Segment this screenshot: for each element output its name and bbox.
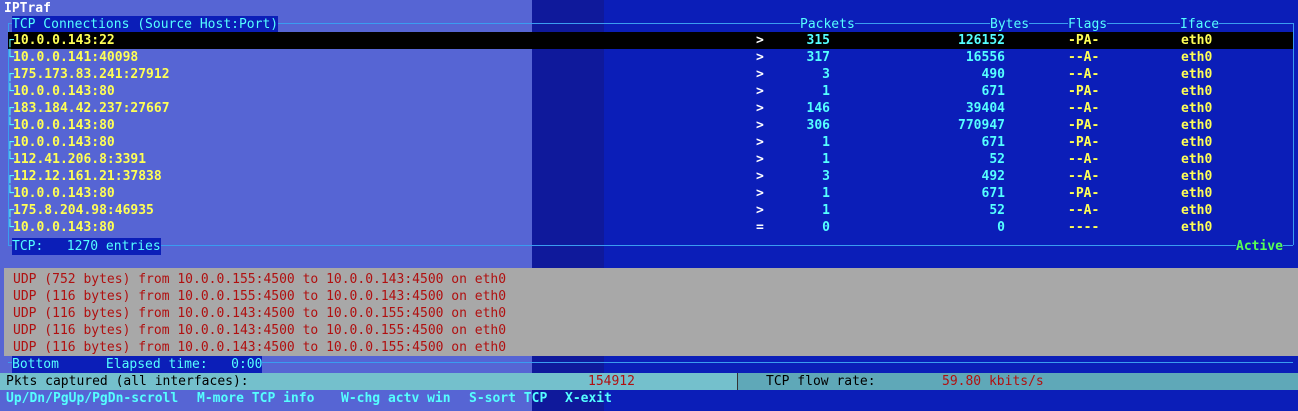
byte-count: 671: [981, 135, 1005, 150]
byte-count: 671: [981, 186, 1005, 201]
header-bytes: Bytes: [990, 16, 1030, 33]
packet-count: 1: [822, 135, 830, 150]
byte-count: 0: [997, 220, 1005, 235]
key-hint: M-more TCP info: [197, 390, 314, 407]
header-packets: Packets: [800, 16, 855, 33]
key-hint-description: -exit: [572, 391, 612, 406]
key-hint-description: -chg actv win: [348, 391, 451, 406]
tcp-flags: --A-: [1068, 203, 1100, 218]
header-connections: TCP Connections (Source Host:Port): [12, 16, 279, 33]
panel-right-border: [1293, 23, 1294, 245]
connection-host-port: 10.0.0.141:40098: [13, 50, 139, 65]
status-divider: [737, 373, 738, 390]
tcp-flags: -PA-: [1068, 84, 1100, 99]
byte-count: 39404: [965, 101, 1005, 116]
iptraf-window: IPTraf TCP Connections (Source Host:Port…: [0, 0, 1298, 411]
byte-count: 490: [981, 67, 1005, 82]
packet-count: 1: [822, 186, 830, 201]
byte-count: 671: [981, 84, 1005, 99]
key-hint-description: -more TCP info: [204, 391, 315, 406]
packet-count: 1: [822, 203, 830, 218]
key-hint: W-chg actv win: [341, 390, 451, 407]
lower-panel-footer: Bottom Elapsed time: 0:00: [12, 356, 263, 373]
udp-message-line: UDP (116 bytes) from 10.0.0.143:4500 to …: [13, 323, 507, 338]
udp-message-line: UDP (752 bytes) from 10.0.0.155:4500 to …: [13, 272, 507, 287]
tcp-flags: -PA-: [1068, 135, 1100, 150]
packet-count: 146: [806, 101, 830, 116]
key-hint-key: X: [565, 391, 573, 406]
header-flags: Flags: [1068, 16, 1108, 33]
packet-count: 317: [806, 50, 830, 65]
interface-name: eth0: [1181, 152, 1213, 167]
connection-host-port: 112.41.206.8:3391: [13, 152, 147, 167]
interface-name: eth0: [1181, 186, 1213, 201]
tcp-flow-rate-value: 59.80 kbits/s: [942, 374, 1044, 389]
packet-count: 315: [806, 33, 830, 48]
connection-host-port: 112.12.161.21:37838: [13, 169, 162, 184]
panel-bottom-border: [8, 245, 1293, 246]
connection-host-port: 10.0.0.143:80: [13, 135, 115, 150]
packet-count: 1: [822, 152, 830, 167]
interface-name: eth0: [1181, 101, 1213, 116]
key-hint: S-sort TCP: [469, 390, 547, 407]
tcp-flags: --A-: [1068, 50, 1100, 65]
connection-host-port: 10.0.0.143:80: [13, 84, 115, 99]
tcp-flags: -PA-: [1068, 118, 1100, 133]
key-hint-key: Up/Dn/PgUp/PgDn: [6, 391, 124, 406]
key-hint-key: W: [341, 391, 349, 406]
packet-count: 3: [822, 67, 830, 82]
header-iface: Iface: [1180, 16, 1220, 33]
app-title: IPTraf: [4, 1, 51, 16]
status-active: Active: [1236, 238, 1283, 255]
tcp-flags: -PA-: [1068, 186, 1100, 201]
udp-message-line: UDP (116 bytes) from 10.0.0.143:4500 to …: [13, 340, 507, 355]
byte-count: 16556: [965, 50, 1005, 65]
interface-name: eth0: [1181, 50, 1213, 65]
pkts-captured-label: Pkts captured (all interfaces):: [6, 374, 249, 389]
key-hint-description: -scroll: [123, 391, 179, 406]
interface-name: eth0: [1181, 67, 1213, 82]
packet-count: 0: [822, 220, 830, 235]
tcp-flags: --A-: [1068, 67, 1100, 82]
interface-name: eth0: [1181, 84, 1213, 99]
interface-name: eth0: [1181, 203, 1213, 218]
tcp-flags: --A-: [1068, 101, 1100, 116]
tcp-flags: ----: [1068, 220, 1100, 235]
connection-host-port: 10.0.0.143:80: [13, 220, 115, 235]
tcp-flags: --A-: [1068, 152, 1100, 167]
tcp-flags: -PA-: [1068, 33, 1100, 48]
pkts-captured-value: 154912: [588, 374, 635, 389]
selected-row-highlight: [8, 32, 1293, 49]
key-hint-description: -sort TCP: [476, 391, 548, 406]
connection-host-port: 183.184.42.237:27667: [13, 101, 170, 116]
tcp-flags: --A-: [1068, 169, 1100, 184]
tcp-entry-count: TCP: 1270 entries: [12, 238, 161, 255]
interface-name: eth0: [1181, 169, 1213, 184]
udp-message-line: UDP (116 bytes) from 10.0.0.143:4500 to …: [13, 306, 507, 321]
byte-count: 126152: [958, 33, 1005, 48]
packet-count: 3: [822, 169, 830, 184]
key-hint-key: M: [197, 391, 205, 406]
key-hint-key: S: [469, 391, 477, 406]
connection-host-port: 175.8.204.98:46935: [13, 203, 154, 218]
connection-host-port: 10.0.0.143:22: [13, 33, 115, 48]
byte-count: 52: [989, 152, 1005, 167]
interface-name: eth0: [1181, 220, 1213, 235]
connection-host-port: 175.173.83.241:27912: [13, 67, 170, 82]
connection-host-port: 10.0.0.143:80: [13, 186, 115, 201]
packet-count: 306: [806, 118, 830, 133]
udp-message-line: UDP (116 bytes) from 10.0.0.155:4500 to …: [13, 289, 507, 304]
tcp-flow-rate-label: TCP flow rate:: [766, 374, 876, 389]
packet-count: 1: [822, 84, 830, 99]
key-hint: X-exit: [565, 390, 612, 407]
byte-count: 770947: [958, 118, 1005, 133]
interface-name: eth0: [1181, 135, 1213, 150]
byte-count: 492: [981, 169, 1005, 184]
interface-name: eth0: [1181, 118, 1213, 133]
byte-count: 52: [989, 203, 1005, 218]
key-hint: Up/Dn/PgUp/PgDn-scroll: [6, 390, 178, 407]
connection-host-port: 10.0.0.143:80: [13, 118, 115, 133]
interface-name: eth0: [1181, 33, 1213, 48]
